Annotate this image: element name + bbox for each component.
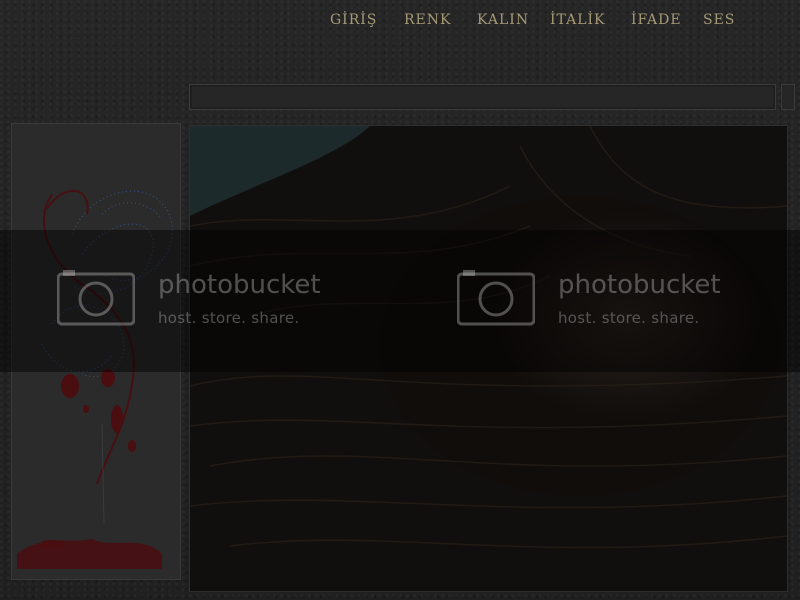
watermark-brand: photobucket bbox=[558, 270, 721, 300]
camera-icon bbox=[57, 270, 135, 326]
top-bar bbox=[189, 84, 776, 110]
top-menu: GİRİŞ RENK KALIN İTALİK İFADE SES bbox=[0, 12, 800, 34]
menu-item-ifade[interactable]: İFADE bbox=[631, 12, 682, 28]
watermark-brand: photobucket bbox=[158, 270, 321, 300]
menu-item-giris[interactable]: GİRİŞ bbox=[330, 12, 377, 28]
camera-icon bbox=[457, 270, 535, 326]
top-bar-end bbox=[781, 84, 795, 110]
menu-item-kalin[interactable]: KALIN bbox=[477, 12, 529, 28]
menu-item-italik[interactable]: İTALİK bbox=[550, 12, 606, 28]
menu-item-renk[interactable]: RENK bbox=[404, 12, 451, 28]
menu-item-ses[interactable]: SES bbox=[703, 12, 735, 28]
watermark-tagline: host. store. share. bbox=[158, 309, 300, 327]
watermark-tagline: host. store. share. bbox=[558, 309, 700, 327]
